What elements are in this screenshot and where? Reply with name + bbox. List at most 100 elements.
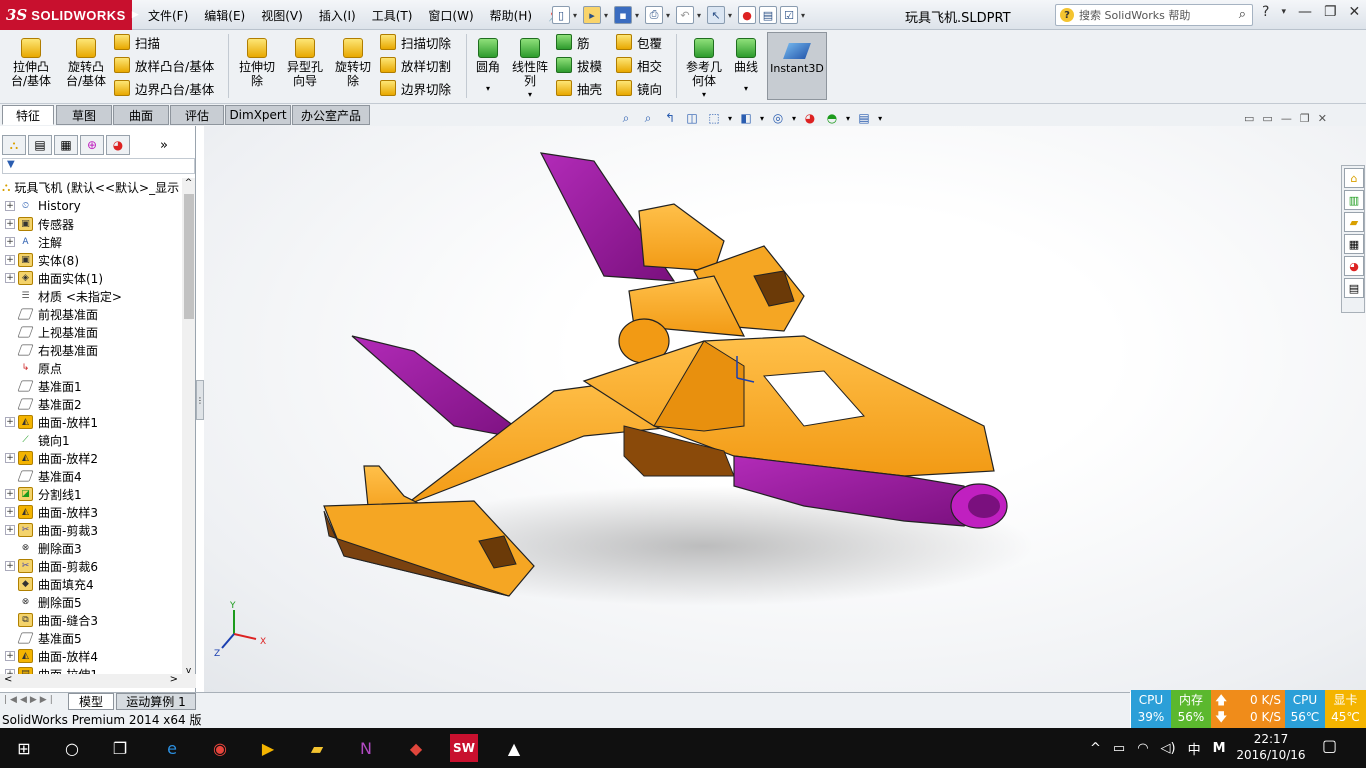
- menu-insert[interactable]: 插入(I): [311, 7, 364, 24]
- tree-item[interactable]: + ◭ 曲面-放样1: [0, 413, 182, 431]
- tree-item[interactable]: 基准面4: [0, 467, 182, 485]
- tree-item[interactable]: + ✂ 曲面-剪裁3: [0, 521, 182, 539]
- feature-tree-icon[interactable]: ⛬: [2, 135, 26, 155]
- onenote-icon[interactable]: N: [352, 734, 380, 762]
- chevron-down-icon[interactable]: ▾: [666, 11, 673, 20]
- minimize-icon[interactable]: —: [1298, 4, 1312, 20]
- open-folder-icon[interactable]: ▸: [583, 6, 601, 24]
- tab-dimxpert[interactable]: DimXpert: [225, 105, 291, 125]
- display-style-icon[interactable]: ◧: [738, 110, 754, 126]
- chevron-down-icon[interactable]: ▾: [472, 82, 504, 96]
- minimize-icon[interactable]: —: [1281, 112, 1292, 125]
- ime-indicator[interactable]: 中: [1188, 739, 1201, 758]
- fillet-button[interactable]: 圆角 ▾: [472, 36, 504, 96]
- tree-item[interactable]: + ✂ 曲面-剪裁6: [0, 557, 182, 575]
- tab-model[interactable]: 模型: [68, 693, 114, 710]
- chevron-down-icon[interactable]: ▾: [801, 11, 808, 20]
- edit-appearance-icon[interactable]: ◕: [802, 110, 818, 126]
- tree-scroll-thumb[interactable]: [184, 194, 194, 319]
- panel-splitter-handle[interactable]: ⋮: [196, 380, 204, 420]
- tree-item[interactable]: 基准面1: [0, 377, 182, 395]
- taskbar-clock[interactable]: 22:17 2016/10/16: [1236, 731, 1306, 763]
- wifi-icon[interactable]: ◠: [1137, 741, 1148, 756]
- rib-button[interactable]: 筋: [556, 32, 590, 52]
- file-properties-icon[interactable]: ▤: [759, 6, 777, 24]
- expand-plus-icon[interactable]: +: [5, 507, 15, 517]
- rebuild-traffic-light-icon[interactable]: ●: [738, 6, 756, 24]
- cortana-search-icon[interactable]: ○: [58, 734, 86, 762]
- close-icon[interactable]: ✕: [1318, 112, 1327, 125]
- battery-icon[interactable]: ▭: [1113, 741, 1125, 756]
- split-view-icon[interactable]: ▭: [1244, 112, 1254, 125]
- chevron-down-icon[interactable]: ▾: [697, 11, 704, 20]
- scroll-up-icon[interactable]: ^: [182, 178, 195, 188]
- boundary-boss-button[interactable]: 边界凸台/基体: [114, 78, 214, 98]
- tree-item[interactable]: ⧉ 曲面-缝合3: [0, 611, 182, 629]
- tree-item[interactable]: + ⏲ History: [0, 197, 182, 215]
- print-icon[interactable]: ⎙: [645, 6, 663, 24]
- menu-edit[interactable]: 编辑(E): [196, 7, 253, 24]
- tree-item[interactable]: + ◭ 曲面-放样4: [0, 647, 182, 665]
- menu-view[interactable]: 视图(V): [253, 7, 311, 24]
- tree-root-item[interactable]: ⛬ 玩具飞机 (默认<<默认>_显示: [2, 178, 192, 196]
- curves-button[interactable]: 曲线 ▾: [730, 36, 762, 96]
- tree-item[interactable]: 右视基准面: [0, 341, 182, 359]
- display-manager-icon[interactable]: ◕: [106, 135, 130, 155]
- tree-item[interactable]: + ◭ 曲面-放样2: [0, 449, 182, 467]
- draft-button[interactable]: 拔模: [556, 55, 602, 75]
- windows-start-icon[interactable]: ⊞: [10, 734, 38, 762]
- instant3d-button[interactable]: Instant3D: [767, 32, 827, 100]
- design-library-icon[interactable]: ▥: [1344, 190, 1364, 210]
- tree-item[interactable]: ⟋ 镜向1: [0, 431, 182, 449]
- boundary-cut-button[interactable]: 边界切除: [380, 78, 451, 98]
- zoom-to-fit-icon[interactable]: ⌕: [618, 110, 634, 126]
- chevron-down-icon[interactable]: ▾: [760, 114, 764, 123]
- revolve-cut-button[interactable]: 旋转切 除: [330, 36, 376, 88]
- new-document-icon[interactable]: ▯: [552, 6, 570, 24]
- tree-item[interactable]: ⊗ 删除面5: [0, 593, 182, 611]
- expand-plus-icon[interactable]: +: [5, 453, 15, 463]
- tree-item[interactable]: 上视基准面: [0, 323, 182, 341]
- tab-office-products[interactable]: 办公室产品: [292, 105, 370, 125]
- hide-show-items-icon[interactable]: ◎: [770, 110, 786, 126]
- tab-sketch[interactable]: 草图: [56, 105, 112, 125]
- chevron-down-icon[interactable]: ▾: [1281, 7, 1286, 17]
- graphics-area[interactable]: Y X Z: [204, 126, 1366, 692]
- intersect-button[interactable]: 相交: [616, 55, 662, 75]
- tree-horizontal-scrollbar[interactable]: < >: [0, 674, 196, 688]
- menu-help[interactable]: 帮助(H): [482, 7, 540, 24]
- expand-plus-icon[interactable]: +: [5, 219, 15, 229]
- chevron-down-icon[interactable]: ▾: [728, 114, 732, 123]
- save-icon[interactable]: ▪: [614, 6, 632, 24]
- tree-item[interactable]: + A 注解: [0, 233, 182, 251]
- chevron-down-icon[interactable]: ▾: [508, 88, 552, 102]
- options-icon[interactable]: ☑: [780, 6, 798, 24]
- chevron-down-icon[interactable]: ▾: [728, 11, 735, 20]
- mirror-button[interactable]: 镜向: [616, 78, 662, 98]
- shell-button[interactable]: 抽壳: [556, 78, 602, 98]
- tree-item[interactable]: ⊗ 删除面3: [0, 539, 182, 557]
- view-palette-icon[interactable]: ▦: [1344, 234, 1364, 254]
- apply-scene-icon[interactable]: ◓: [824, 110, 840, 126]
- loft-boss-button[interactable]: 放样凸台/基体: [114, 55, 214, 75]
- help-search-box[interactable]: ? 搜索 SolidWorks 帮助 ⌕: [1055, 4, 1253, 26]
- chevron-down-icon[interactable]: ▾: [604, 11, 611, 20]
- tree-item[interactable]: + ▣ 传感器: [0, 215, 182, 233]
- chevron-down-icon[interactable]: ▾: [792, 114, 796, 123]
- tree-item[interactable]: ◆ 曲面填充4: [0, 575, 182, 593]
- scroll-right-icon[interactable]: >: [170, 674, 178, 685]
- tab-scroll-arrows[interactable]: |◀◀▶▶|: [4, 695, 56, 705]
- expand-plus-icon[interactable]: +: [5, 255, 15, 265]
- tree-item[interactable]: ☰ 材质 <未指定>: [0, 287, 182, 305]
- file-explorer-icon[interactable]: ▰: [303, 734, 331, 762]
- expand-plus-icon[interactable]: +: [5, 561, 15, 571]
- tab-evaluate[interactable]: 评估: [170, 105, 224, 125]
- app-icon[interactable]: ◆: [402, 734, 430, 762]
- wrap-button[interactable]: 包覆: [616, 32, 662, 52]
- tree-item[interactable]: + ▣ 实体(8): [0, 251, 182, 269]
- chevron-down-icon[interactable]: ▾: [846, 114, 850, 123]
- undo-icon[interactable]: ↶: [676, 6, 694, 24]
- double-chevron-right-icon[interactable]: »: [160, 138, 168, 153]
- media-player-icon[interactable]: ▶: [254, 734, 282, 762]
- hole-wizard-button[interactable]: 异型孔 向导: [282, 36, 328, 88]
